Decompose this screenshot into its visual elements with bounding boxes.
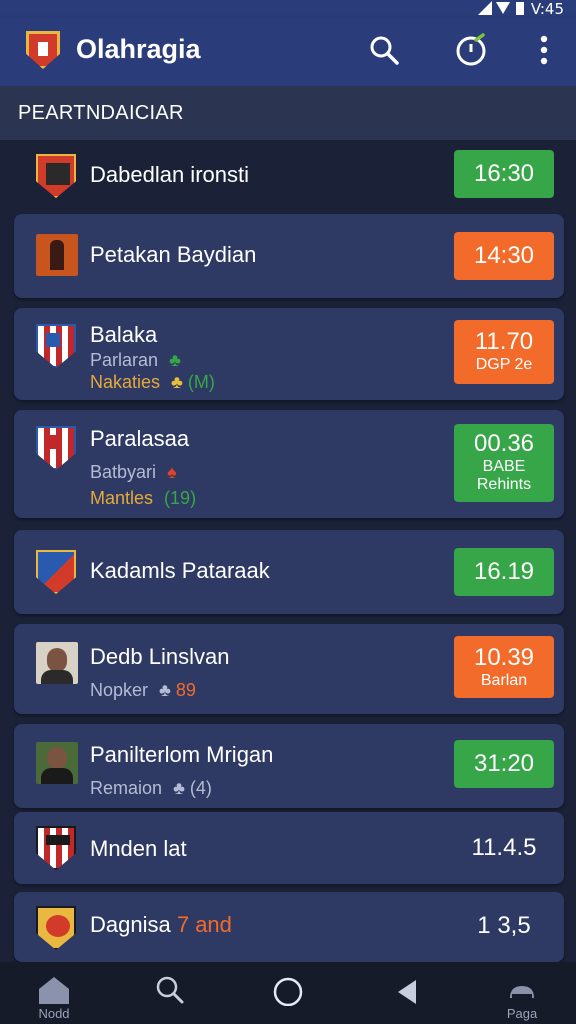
match-name: Mnden lat (90, 836, 187, 861)
match-subtitle: Remaion ♣ (4) (90, 778, 212, 798)
app-header: Olahragia (0, 18, 576, 86)
live-button[interactable] (452, 30, 492, 70)
match-row[interactable]: Panilterlom Mrigan Remaion ♣ (4) 31:20 (14, 724, 564, 808)
player-photo (36, 642, 78, 684)
match-name: Paralasaa (90, 426, 190, 451)
home-icon (39, 977, 69, 1004)
circle-icon (273, 977, 303, 1006)
match-score[interactable]: 1 3,5 (454, 904, 554, 948)
nav-home[interactable]: Nodd (14, 962, 94, 1024)
score-value: 31:20 (473, 750, 535, 777)
score-value: 10.39 (473, 644, 535, 671)
match-row[interactable]: Mnden lat 11.4.5 (14, 812, 564, 884)
team-crest-icon (36, 426, 76, 470)
match-score[interactable]: 14:30 (454, 232, 554, 280)
team-crest-icon (36, 826, 76, 870)
back-triangle-icon (398, 980, 416, 1004)
search-icon (370, 36, 399, 65)
score-value: 11.4.5 (471, 834, 537, 861)
score-label: BABE (482, 458, 526, 475)
player-photo (36, 742, 78, 784)
bottom-nav: Nodd Paga (0, 962, 576, 1024)
section-title: PEARTNDAICIAR (18, 102, 184, 124)
match-score[interactable]: 16:30 (454, 150, 554, 198)
nav-profile-label: Paga (506, 1006, 538, 1021)
player-photo (36, 234, 78, 276)
match-detail: Mantles (19) (90, 488, 197, 508)
match-name: Petakan Baydian (90, 242, 257, 267)
score-value: 14:30 (473, 242, 535, 269)
match-detail: Nakaties ♣ (M) (90, 372, 215, 392)
nav-search[interactable] (130, 962, 210, 1024)
team-crest-icon (36, 906, 76, 950)
team-crest-icon (36, 324, 76, 368)
score-value: 00.36 (473, 430, 535, 457)
score-label-secondary: Rehints (476, 476, 532, 493)
profile-icon (510, 986, 534, 998)
match-row[interactable]: Dagnisa 7 and 1 3,5 (14, 892, 564, 962)
match-row[interactable]: Dedb Linslvan Nopker ♣ 89 10.39 Barlan (14, 624, 564, 714)
more-vertical-icon (540, 35, 548, 65)
match-score[interactable]: 16.19 (454, 548, 554, 596)
match-subtitle: Nopker ♣ 89 (90, 680, 196, 700)
more-options-button[interactable] (524, 30, 564, 70)
leaf-icon: ♠ (167, 462, 177, 482)
score-value: 11.70 (474, 328, 534, 355)
status-bar: V:45 (0, 0, 576, 18)
app-title: Olahragia (76, 34, 201, 64)
leaf-icon: ♣ (169, 350, 181, 370)
score-value: 16.19 (473, 558, 535, 585)
score-value: 16:30 (473, 160, 535, 187)
search-button[interactable] (364, 30, 404, 70)
wifi-icon (496, 2, 510, 14)
leaf-icon: ♣ (173, 778, 185, 798)
match-row[interactable]: Kadamls Pataraak 16.19 (14, 530, 564, 614)
match-name: Dagnisa 7 and (90, 912, 232, 937)
search-icon (156, 976, 184, 1004)
match-score[interactable]: 00.36 BABE Rehints (454, 424, 554, 502)
match-score[interactable]: 31:20 (454, 740, 554, 788)
match-score[interactable]: 11.70 DGP 2e (454, 320, 554, 384)
match-row[interactable]: Dabedlan ironsti 16:30 (14, 140, 564, 210)
match-name: Dabedlan ironsti (90, 162, 249, 187)
nav-profile[interactable]: Paga (482, 962, 562, 1024)
match-row[interactable]: Petakan Baydian 14:30 (14, 214, 564, 298)
match-row[interactable]: Paralasaa Batbyari ♠ Mantles (19) 00.36 … (14, 410, 564, 518)
leaf-icon: ♣ (159, 680, 171, 700)
score-value: 1 3,5 (477, 912, 531, 939)
match-score[interactable]: 11.4.5 (454, 826, 554, 870)
app-logo-icon (26, 31, 60, 69)
match-row[interactable]: Balaka Parlaran ♣ Nakaties ♣ (M) 11.70 D… (14, 308, 564, 400)
match-score[interactable]: 10.39 Barlan (454, 636, 554, 698)
score-label: Barlan (480, 672, 528, 689)
match-subtitle: Parlaran ♣ (90, 350, 181, 370)
battery-icon (516, 2, 524, 15)
section-header: PEARTNDAICIAR (0, 86, 576, 140)
signal-icon (478, 1, 492, 15)
match-name: Panilterlom Mrigan (90, 742, 274, 767)
match-name: Dedb Linslvan (90, 644, 230, 669)
score-label: DGP 2e (475, 356, 533, 373)
leaf-icon: ♣ (171, 372, 183, 392)
nav-home-circle[interactable] (248, 962, 328, 1024)
team-crest-icon (36, 550, 76, 594)
match-name: Kadamls Pataraak (90, 558, 270, 583)
team-crest-icon (36, 154, 76, 198)
status-time: V:45 (530, 0, 564, 18)
stopwatch-icon (456, 33, 486, 66)
match-subtitle: Batbyari ♠ (90, 462, 177, 482)
match-name: Balaka (90, 322, 158, 347)
nav-home-label: Nodd (38, 1006, 70, 1021)
nav-back[interactable] (366, 962, 446, 1024)
